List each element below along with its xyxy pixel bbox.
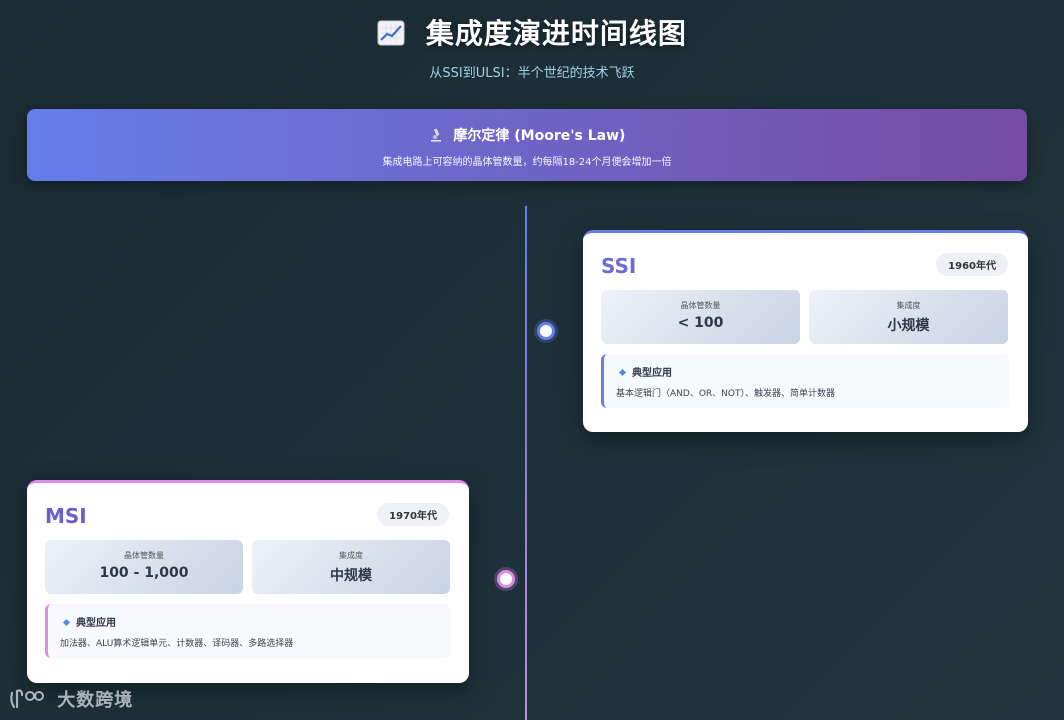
moore-law-title: 摩尔定律 (Moore's Law) (27, 125, 1027, 145)
typical-applications: 典型应用 基本逻辑门（AND、OR、NOT）、触发器、简单计数器 (601, 354, 1009, 408)
timeline-dot-ssi (537, 322, 555, 340)
watermark: 大数跨境 (8, 686, 133, 712)
card-title: SSI (601, 254, 637, 278)
diamond-icon (62, 618, 71, 627)
diamond-icon (618, 368, 627, 377)
stat-label: 集成度 (896, 301, 921, 310)
moore-law-title-text: 摩尔定律 (Moore's Law) (453, 128, 626, 144)
stat-label: 晶体管数量 (124, 551, 164, 560)
era-card-ssi: SSI 1960年代 晶体管数量 < 100 集成度 小规模 典型应用 基本逻辑… (583, 230, 1028, 432)
applications-text: 加法器、ALU算术逻辑单元、计数器、译码器、多路选择器 (60, 639, 294, 649)
applications-text: 基本逻辑门（AND、OR、NOT）、触发器、简单计数器 (616, 389, 835, 399)
watermark-text: 大数跨境 (57, 690, 134, 711)
stat-value: 100 - 1,000 (99, 565, 189, 581)
era-card-msi: MSI 1970年代 晶体管数量 100 - 1,000 集成度 中规模 典型应… (27, 480, 469, 683)
applications-title: 典型应用 (62, 614, 116, 629)
timeline-line (525, 206, 527, 720)
transistor-stat: 晶体管数量 < 100 (601, 290, 800, 344)
integration-stat: 集成度 中规模 (252, 540, 450, 594)
timeline-dot-msi (497, 570, 515, 588)
era-badge: 1970年代 (377, 503, 449, 526)
typical-applications: 典型应用 加法器、ALU算术逻辑单元、计数器、译码器、多路选择器 (45, 604, 450, 658)
page-subtitle: 从SSI到ULSI：半个世纪的技术飞跃 (429, 66, 635, 81)
applications-title-text: 典型应用 (632, 368, 672, 379)
stat-label: 晶体管数量 (680, 301, 721, 310)
transistor-stat: 晶体管数量 100 - 1,000 (45, 540, 243, 594)
applications-title: 典型应用 (618, 364, 672, 379)
era-badge: 1960年代 (936, 253, 1008, 276)
microscope-icon (430, 128, 441, 142)
moore-law-description: 集成电路上可容纳的晶体管数量，约每隔18-24个月便会增加一倍 (382, 157, 672, 168)
page-title: 集成度演进时间线图 (0, 12, 1064, 52)
card-title: MSI (45, 504, 87, 528)
stat-label: 集成度 (339, 551, 363, 560)
stat-value: < 100 (677, 315, 724, 331)
integration-stat: 集成度 小规模 (809, 290, 1008, 344)
stat-value: 中规模 (330, 568, 372, 584)
applications-title-text: 典型应用 (76, 618, 116, 629)
moore-law-banner: 摩尔定律 (Moore's Law) 集成电路上可容纳的晶体管数量，约每隔18-… (27, 109, 1027, 181)
stat-value: 小规模 (887, 318, 930, 334)
chart-increasing-icon (377, 20, 405, 46)
page-title-text: 集成度演进时间线图 (425, 17, 687, 50)
brand-logo-icon (10, 689, 44, 709)
